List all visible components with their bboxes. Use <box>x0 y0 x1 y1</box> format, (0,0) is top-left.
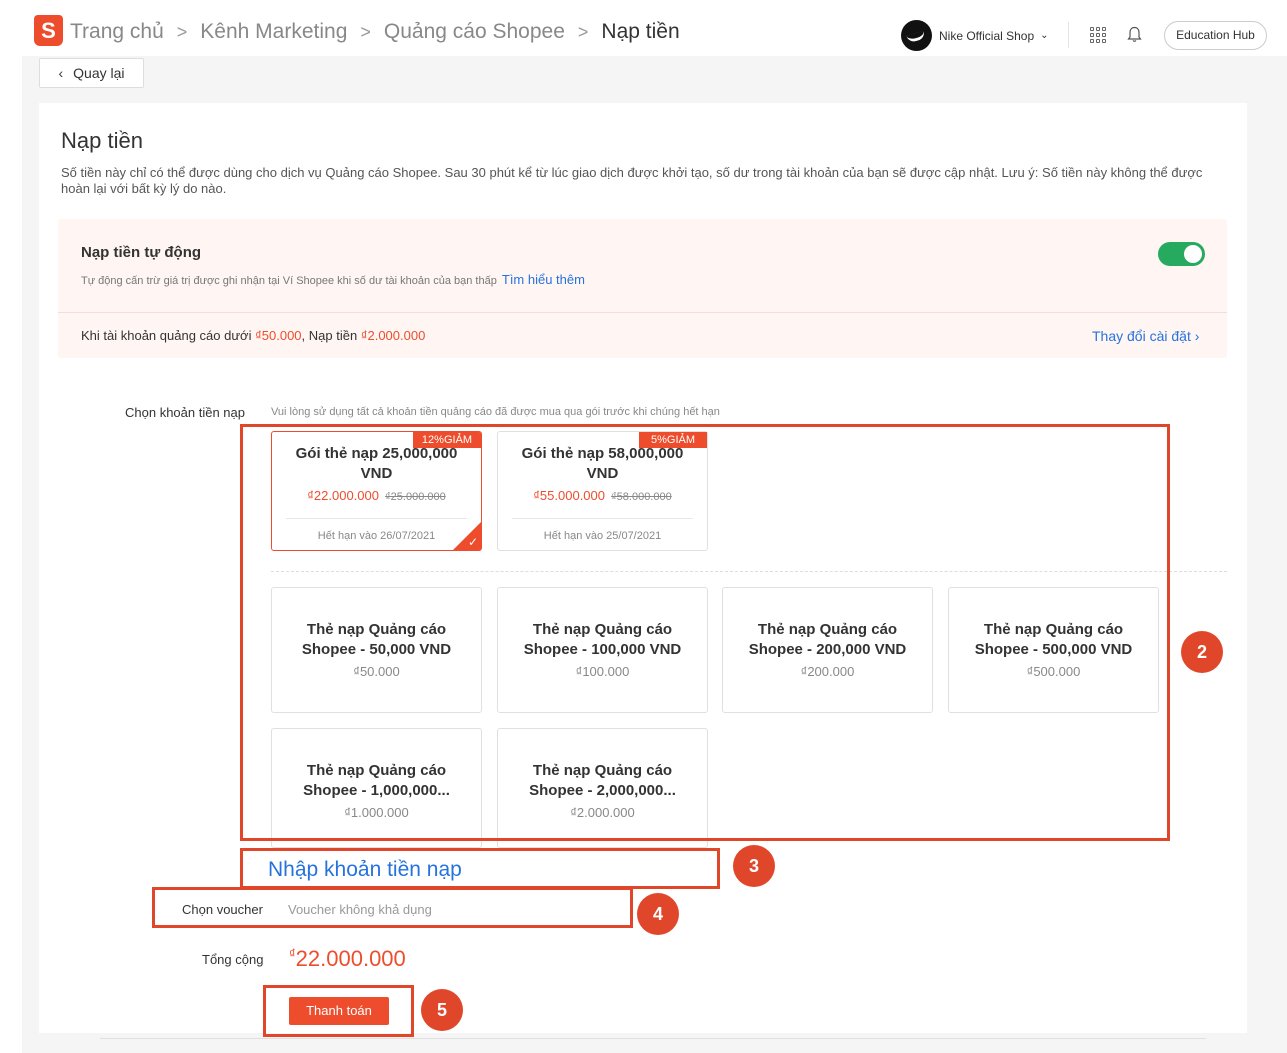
learn-more-link[interactable]: Tìm hiểu thêm <box>502 272 585 287</box>
shop-switcher[interactable]: Nike Official Shop ⌄ <box>901 20 1049 51</box>
auto-topup-rule: Khi tài khoản quảng cáo dưới ₫50.000, Nạ… <box>81 328 425 343</box>
chevron-down-icon: ⌄ <box>1040 30 1049 41</box>
chevron-right-icon: › <box>1194 328 1200 344</box>
breadcrumb: Trang chủ > Kênh Marketing > Quảng cáo S… <box>70 20 680 44</box>
total-label: Tổng cộng <box>202 952 264 967</box>
callout-number-3: 3 <box>733 845 775 887</box>
breadcrumb-home[interactable]: Trang chủ <box>70 20 164 44</box>
page-title: Nạp tiền <box>61 128 143 153</box>
callout-box-voucher <box>152 887 633 928</box>
back-button[interactable]: ‹ Quay lại <box>39 58 144 88</box>
shop-name: Nike Official Shop <box>939 28 1035 43</box>
callout-box-custom-amount <box>240 848 720 889</box>
total-amount: ₫22.000.000 <box>289 946 406 972</box>
callout-box-pay <box>263 985 414 1037</box>
choose-amount-label: Chọn khoản tiền nạp <box>125 405 245 420</box>
header-divider <box>1068 22 1069 48</box>
callout-number-4: 4 <box>637 893 679 935</box>
change-settings-label: Thay đổi cài đặt <box>1092 328 1191 344</box>
callout-number-2: 2 <box>1181 631 1223 673</box>
rule-middle: , Nạp tiền <box>301 328 358 343</box>
choose-amount-hint: Vui lòng sử dụng tất cả khoản tiền quảng… <box>271 406 720 418</box>
chevron-right-icon: > <box>577 21 589 42</box>
auto-topup-title: Nạp tiền tự động <box>81 244 202 261</box>
breadcrumb-shopee-ads[interactable]: Quảng cáo Shopee <box>384 20 565 44</box>
rule-prefix: Khi tài khoản quảng cáo dưới <box>81 328 252 343</box>
callout-number-5: 5 <box>421 989 463 1031</box>
currency-symbol: ₫ <box>289 946 296 961</box>
change-settings-link[interactable]: Thay đổi cài đặt › <box>1092 328 1199 344</box>
auto-topup-subtitle: Tự động cấn trừ giá trị được ghi nhận tạ… <box>81 272 585 287</box>
rule-amount: ₫2.000.000 <box>360 328 426 343</box>
chevron-right-icon: > <box>176 21 188 42</box>
page-description: Số tiền này chỉ có thể được dùng cho dịc… <box>61 165 1203 196</box>
breadcrumb-current: Nạp tiền <box>601 20 680 43</box>
bottom-divider <box>100 1038 1206 1039</box>
shop-avatar <box>901 20 932 51</box>
top-bar: S Trang chủ > Kênh Marketing > Quảng cáo… <box>0 0 1287 56</box>
rule-threshold: ₫50.000 <box>255 328 302 343</box>
chevron-right-icon: > <box>360 21 371 42</box>
auto-topup-divider <box>58 312 1227 313</box>
auto-topup-toggle[interactable] <box>1158 242 1205 266</box>
chevron-left-icon: ‹ <box>58 65 64 81</box>
education-hub-button[interactable]: Education Hub <box>1164 21 1267 50</box>
bell-icon[interactable] <box>1127 26 1142 43</box>
callout-box-packages <box>240 424 1170 841</box>
back-label: Quay lại <box>73 65 125 81</box>
total-value: 22.000.000 <box>295 946 406 971</box>
breadcrumb-marketing[interactable]: Kênh Marketing <box>200 20 347 44</box>
apps-grid-icon[interactable] <box>1090 27 1106 43</box>
auto-topup-subtitle-text: Tự động cấn trừ giá trị được ghi nhận tạ… <box>81 275 497 287</box>
toggle-knob <box>1184 245 1202 263</box>
shopee-logo-icon[interactable]: S <box>34 15 63 46</box>
